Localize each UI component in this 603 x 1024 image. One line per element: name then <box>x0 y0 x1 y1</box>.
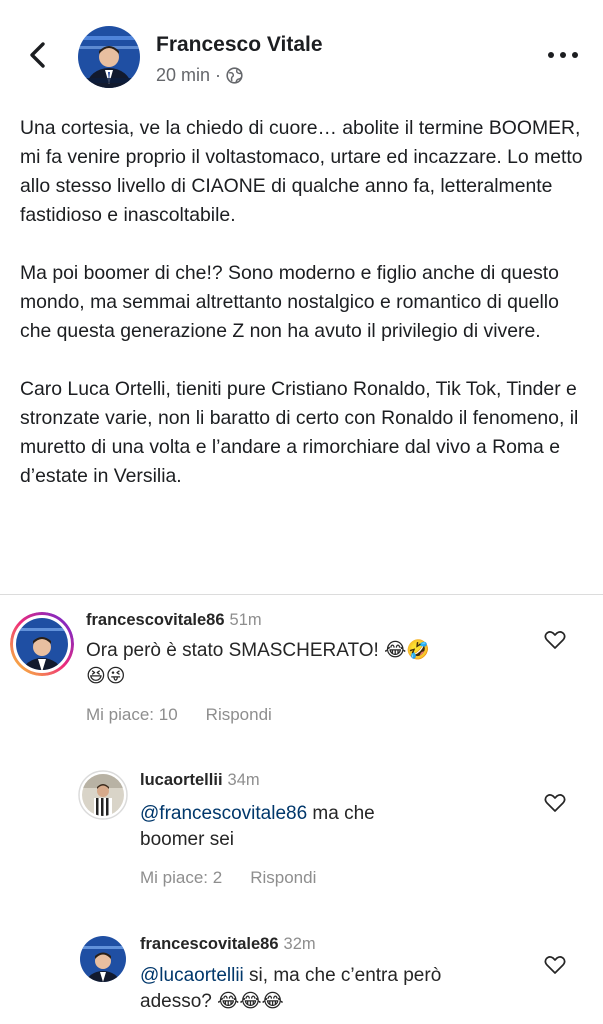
post-paragraph: Una cortesia, ve la chiedo di cuore… abo… <box>20 117 583 226</box>
comment-line: 😆😜 <box>86 666 126 687</box>
comment-username[interactable]: francescovitale86 32m <box>140 935 316 954</box>
comment-likes[interactable]: Mi piace: 2 <box>140 868 222 888</box>
comment-time: 34m <box>227 771 260 789</box>
heart-outline-icon[interactable] <box>544 630 566 650</box>
comment-username-text[interactable]: lucaortellii <box>140 771 223 789</box>
comment-avatar[interactable] <box>78 770 128 820</box>
comment-line-text: si, ma che c’entra però <box>243 965 442 986</box>
globe-icon <box>226 67 243 84</box>
post-header: Francesco Vitale 20 min · <box>0 0 603 100</box>
comment-mention[interactable]: @lucaortellii <box>140 965 244 986</box>
author-name[interactable]: Francesco Vitale <box>156 33 323 57</box>
comment-time: 32m <box>283 935 316 953</box>
comment-text: Ora però è stato SMASCHERATO! 😂🤣 😆😜 <box>86 638 430 690</box>
comment-time: 51m <box>229 611 262 629</box>
post-meta: 20 min · <box>156 65 243 86</box>
comment-line: @lucaortellii si, ma che c’entra però <box>140 963 441 989</box>
comment-avatar[interactable] <box>78 934 128 984</box>
chevron-left-icon[interactable] <box>26 40 50 70</box>
comment-line-text: ma che <box>307 803 375 824</box>
post-paragraph: Caro Luca Ortelli, tieniti pure Cristian… <box>20 378 579 487</box>
author-avatar[interactable] <box>78 26 140 88</box>
meta-separator: · <box>215 65 222 85</box>
comment-actions: Mi piace: 2 Rispondi <box>140 868 316 888</box>
heart-outline-icon[interactable] <box>544 793 566 813</box>
comment-line: Ora però è stato SMASCHERATO! 😂🤣 <box>86 640 430 661</box>
reply-button[interactable]: Rispondi <box>250 868 316 888</box>
heart-outline-icon[interactable] <box>544 955 566 975</box>
comment-likes[interactable]: Mi piace: 10 <box>86 705 178 725</box>
comment-line: boomer sei <box>140 829 234 850</box>
more-horizontal-icon[interactable] <box>546 48 580 62</box>
comment-line: adesso? 😂😂😂 <box>140 991 284 1012</box>
post-time: 20 min <box>156 65 211 85</box>
reply-button[interactable]: Rispondi <box>206 705 272 725</box>
comment-avatar[interactable] <box>10 612 74 676</box>
post-body: Una cortesia, ve la chiedo di cuore… abo… <box>20 114 590 520</box>
divider <box>0 594 603 595</box>
comment-username[interactable]: francescovitale86 51m <box>86 611 262 630</box>
comment-mention[interactable]: @francescovitale86 <box>140 803 307 824</box>
comment-text: @francescovitale86 ma che boomer sei <box>140 801 375 853</box>
comment-line: @francescovitale86 ma che <box>140 801 375 827</box>
comment-actions: Mi piace: 10 Rispondi <box>86 705 272 725</box>
comment-username-text[interactable]: francescovitale86 <box>140 935 279 953</box>
comment-text: @lucaortellii si, ma che c’entra però ad… <box>140 963 441 1015</box>
comment-username[interactable]: lucaortellii 34m <box>140 771 260 790</box>
post-paragraph: Ma poi boomer di che!? Sono moderno e fi… <box>20 262 559 342</box>
comment-username-text[interactable]: francescovitale86 <box>86 611 225 629</box>
